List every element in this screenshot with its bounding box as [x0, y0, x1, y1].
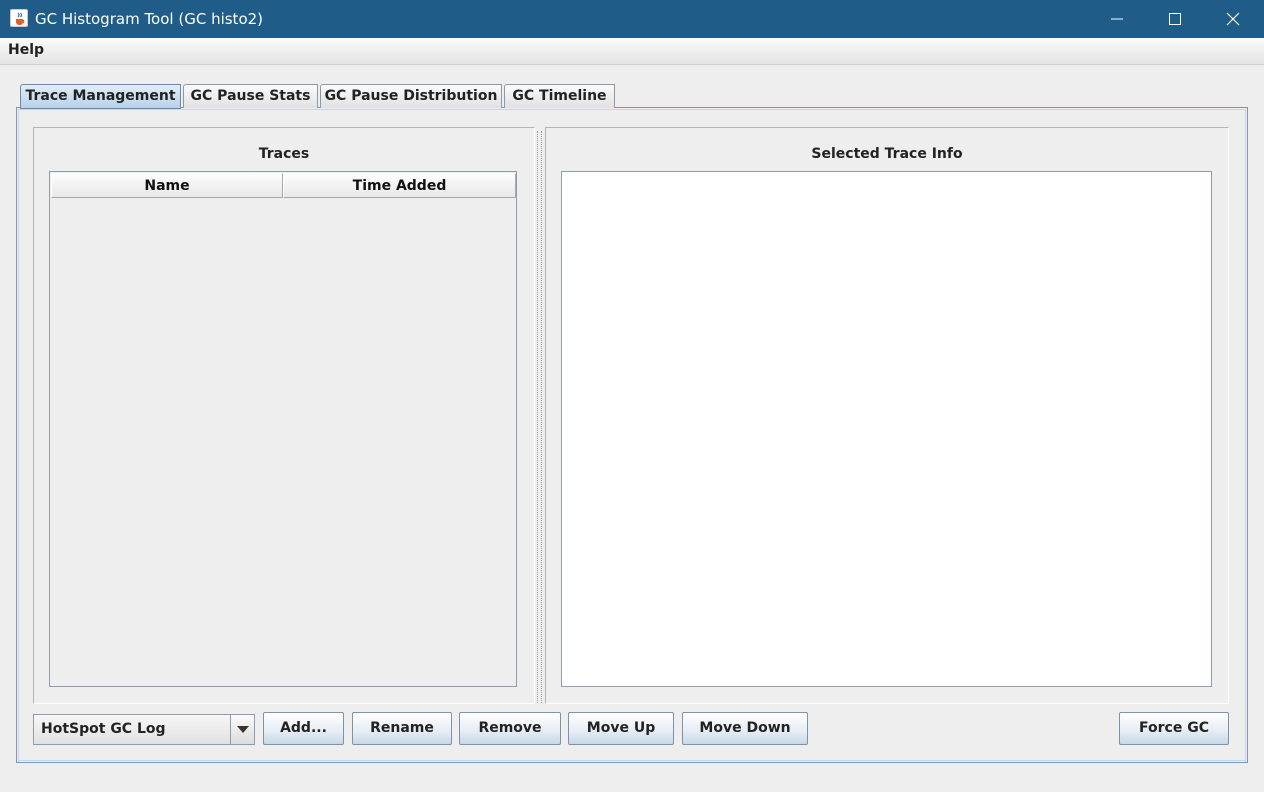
menu-help[interactable]: Help — [8, 42, 44, 58]
maximize-icon — [1169, 13, 1181, 25]
column-header-name[interactable]: Name — [51, 173, 283, 198]
rename-button[interactable]: Rename — [352, 712, 452, 745]
traces-table[interactable]: Name Time Added — [49, 171, 517, 687]
close-icon — [1226, 12, 1240, 26]
dropdown-arrow-button[interactable] — [230, 715, 254, 744]
selected-trace-info-text-area[interactable] — [561, 171, 1212, 687]
column-header-time-added[interactable]: Time Added — [283, 173, 516, 198]
add-button[interactable]: Add... — [263, 712, 344, 745]
split-pane-divider[interactable] — [537, 131, 542, 703]
table-header: Name Time Added — [51, 173, 516, 198]
remove-button[interactable]: Remove — [459, 712, 561, 745]
minimize-button[interactable] — [1088, 0, 1146, 38]
force-gc-button[interactable]: Force GC — [1119, 712, 1229, 745]
trace-type-value: HotSpot GC Log — [41, 721, 166, 737]
maximize-button[interactable] — [1146, 0, 1204, 38]
tab-gc-timeline[interactable]: GC Timeline — [504, 84, 615, 108]
close-button[interactable] — [1204, 0, 1262, 38]
selected-trace-info-title: Selected Trace Info — [811, 146, 963, 162]
trace-type-dropdown[interactable]: HotSpot GC Log — [33, 714, 255, 745]
window-titlebar[interactable]: GC Histogram Tool (GC histo2) — [0, 0, 1264, 38]
tab-trace-management[interactable]: Trace Management — [20, 84, 181, 109]
chevron-down-icon — [237, 726, 249, 733]
java-cup-icon[interactable] — [10, 9, 28, 27]
tab-gc-pause-distribution[interactable]: GC Pause Distribution — [320, 84, 502, 108]
window-title: GC Histogram Tool (GC histo2) — [35, 10, 264, 28]
move-up-button[interactable]: Move Up — [568, 712, 674, 745]
move-down-button[interactable]: Move Down — [682, 712, 808, 745]
tab-gc-pause-stats[interactable]: GC Pause Stats — [183, 84, 318, 108]
menu-bar: Help — [0, 38, 1264, 65]
traces-title: Traces — [258, 146, 310, 162]
minimize-icon — [1111, 18, 1123, 20]
